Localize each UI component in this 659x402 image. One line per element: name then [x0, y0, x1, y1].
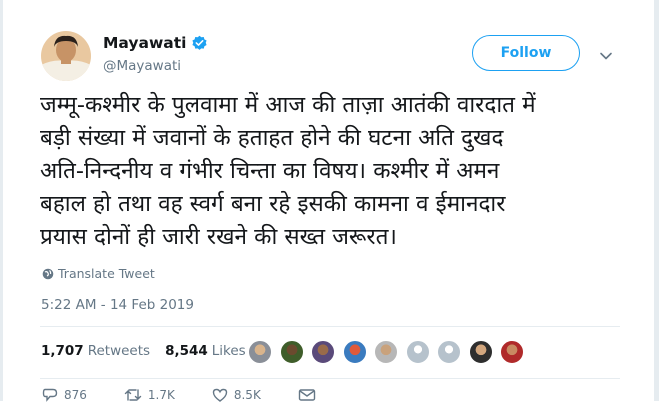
reply-count: 876 — [64, 388, 87, 402]
like-action-count: 8.5K — [233, 388, 261, 402]
divider — [40, 326, 620, 327]
author-handle[interactable]: @Mayawati — [103, 58, 181, 74]
tweet-line: बड़ी संख्या में जवानों के हताहत होने की … — [40, 125, 504, 151]
chevron-down-icon[interactable] — [599, 46, 613, 60]
liker-avatar[interactable] — [405, 340, 430, 364]
like-button[interactable]: 8.5K — [212, 388, 261, 402]
window-right-edge — [654, 0, 659, 401]
author-name-row[interactable]: Mayawati — [103, 34, 208, 52]
liker-avatar[interactable] — [248, 340, 272, 364]
translate-tweet-link[interactable]: Translate Tweet — [42, 266, 155, 281]
avatar[interactable] — [41, 31, 91, 81]
reply-button[interactable]: 876 — [42, 388, 87, 402]
liker-avatar[interactable] — [468, 340, 493, 364]
heart-icon — [212, 388, 228, 402]
tweet-line: जम्मू-कश्मीर के पुलवामा में आज की ताज़ा … — [40, 92, 536, 118]
tweet-line: प्रयास दोनों ही जारी रखने की सख्त जरूरत। — [40, 224, 397, 250]
liker-avatar[interactable] — [311, 340, 335, 364]
window-left-edge — [0, 0, 3, 401]
envelope-icon — [298, 389, 316, 401]
like-stat[interactable]: 8,544 Likes — [165, 343, 246, 359]
liker-avatars — [248, 340, 532, 364]
globe-icon — [42, 268, 54, 279]
liker-avatar[interactable] — [374, 340, 398, 364]
tweet-line: अति-निन्दनीय व गंभीर चिन्ता का विषय। कश्… — [40, 158, 500, 184]
verified-badge-icon — [191, 35, 208, 52]
retweet-icon — [124, 389, 142, 401]
liker-avatar[interactable] — [342, 340, 367, 364]
tweet-line: बहाल हो तथा वह स्वर्ग बना रहे इसकी कामना… — [40, 191, 506, 217]
follow-button[interactable]: Follow — [472, 35, 580, 71]
liker-avatar[interactable] — [500, 340, 524, 364]
tweet-actions: 876 1.7K 8.5K — [42, 388, 359, 402]
like-count[interactable]: 8,544 — [165, 343, 208, 359]
reply-icon — [42, 388, 58, 402]
direct-message-button[interactable] — [298, 388, 322, 402]
retweet-count[interactable]: 1,707 — [41, 343, 84, 359]
liker-avatar[interactable] — [279, 340, 304, 364]
like-label[interactable]: Likes — [212, 343, 246, 359]
retweet-label[interactable]: Retweets — [88, 343, 150, 359]
retweet-action-count: 1.7K — [147, 388, 175, 402]
tweet-text: जम्मू-कश्मीर के पुलवामा में आज की ताज़ा … — [40, 89, 640, 254]
liker-avatar[interactable] — [437, 340, 461, 364]
retweet-stat[interactable]: 1,707 Retweets — [41, 343, 150, 359]
divider — [40, 378, 620, 379]
author-name[interactable]: Mayawati — [103, 34, 186, 52]
engagement-stats: 1,707 Retweets 8,544 Likes — [41, 343, 261, 359]
translate-label[interactable]: Translate Tweet — [58, 266, 155, 281]
retweet-button[interactable]: 1.7K — [124, 388, 175, 402]
tweet-timestamp[interactable]: 5:22 AM - 14 Feb 2019 — [41, 297, 194, 313]
